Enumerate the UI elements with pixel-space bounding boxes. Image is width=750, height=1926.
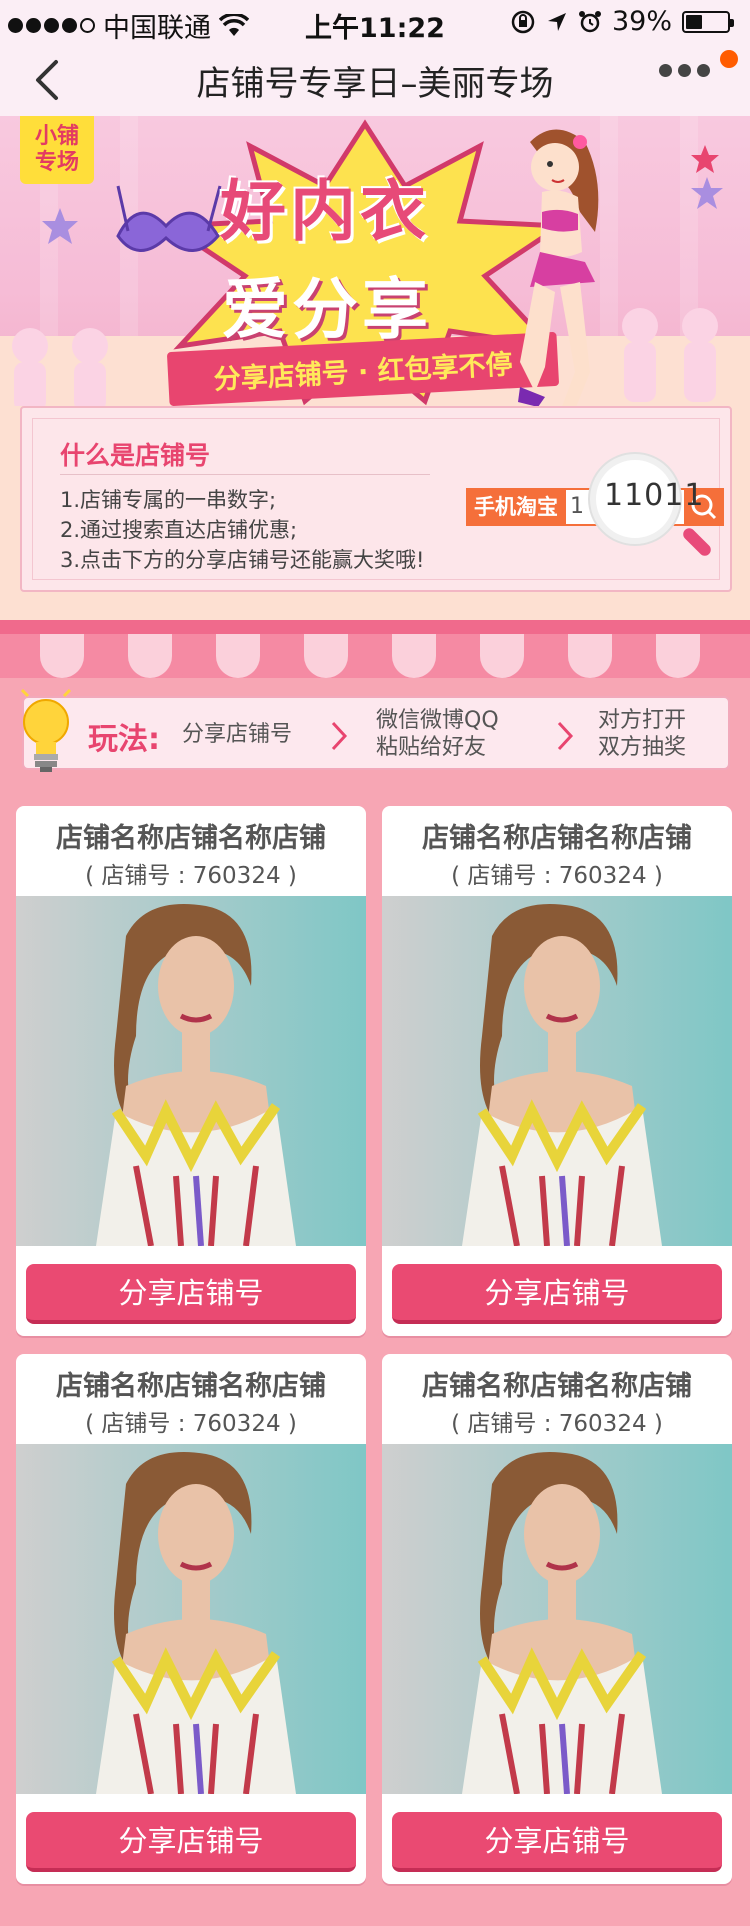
shop-name: 店铺名称店铺名称店铺 <box>422 823 692 854</box>
how-to-step-3-line1: 对方打开 <box>598 708 687 733</box>
awning-scallop <box>656 634 700 678</box>
shop-id: ( 店铺号 : 760324 ) <box>85 863 297 889</box>
status-bar: 中国联通 上午11:22 39% <box>0 0 750 44</box>
magnified-number: 11011 <box>604 478 705 513</box>
shop-photo[interactable] <box>382 896 732 1246</box>
awning-decoration <box>0 620 750 678</box>
how-to-step-3: 对方打开 双方抽奖 <box>598 707 686 761</box>
page-title: 店铺号专享日–美丽专场 <box>196 63 554 104</box>
info-line-3: 3.点击下方的分享店铺号还能赢大奖哦! <box>60 548 425 572</box>
how-to-step-3-line2: 双方抽奖 <box>598 735 687 760</box>
shop-card: 店铺名称店铺名称店铺 ( 店铺号 : 760324 ) 分享店铺号 <box>16 1354 366 1884</box>
shop-photo[interactable] <box>382 1444 732 1794</box>
shop-card: 店铺名称店铺名称店铺 ( 店铺号 : 760324 ) 分享店铺号 <box>382 806 732 1336</box>
how-to-step-2-line1: 微信微博QQ <box>376 708 499 733</box>
info-title: 什么是店铺号 <box>60 441 211 470</box>
crowd-silhouette-right <box>622 308 718 402</box>
back-arrow-icon[interactable] <box>30 56 66 104</box>
awning-scallop <box>216 634 260 678</box>
bra-icon <box>116 185 222 252</box>
more-dots-icon[interactable] <box>659 64 710 77</box>
chevron-right-icon <box>557 721 574 751</box>
awning-scallop <box>348 634 392 678</box>
share-shop-button[interactable]: 分享店铺号 <box>26 1264 356 1324</box>
awning-scallop <box>40 634 84 678</box>
battery-percent: 39% <box>611 6 672 37</box>
awning-scallop <box>260 634 304 678</box>
search-demo-label: 手机淘宝 <box>466 488 566 526</box>
headline-main: 好内衣 <box>220 173 430 250</box>
promo-banner: 小铺 专场 好内衣 爱分享 分享店铺号 · 红包享不停 <box>0 116 750 406</box>
tag-line2: 专场 <box>34 150 79 175</box>
crowd-silhouette <box>12 328 108 406</box>
awning-scallop <box>392 634 436 678</box>
awning-scallop <box>524 634 568 678</box>
how-to-step-2-line2: 粘贴给好友 <box>376 735 487 760</box>
how-to-play-bar: 玩法: 分享店铺号 微信微博QQ 粘贴给好友 对方打开 双方抽奖 <box>20 688 730 772</box>
awning-scallop <box>304 634 348 678</box>
shop-card: 店铺名称店铺名称店铺 ( 店铺号 : 760324 ) 分享店铺号 <box>16 806 366 1336</box>
alarm-icon <box>578 10 601 32</box>
awning-scallop <box>568 634 612 678</box>
shop-id: ( 店铺号 : 760324 ) <box>85 1411 297 1437</box>
notification-dot <box>720 50 738 68</box>
info-box: 什么是店铺号 1.店铺专属的一串数字; 2.通过搜索直达店铺优惠; 3.点击下方… <box>20 406 732 592</box>
awning-scallop <box>128 634 172 678</box>
awning-scallop <box>612 634 656 678</box>
shop-id: ( 店铺号 : 760324 ) <box>451 863 663 889</box>
how-to-step-1: 分享店铺号 <box>182 722 293 747</box>
how-to-label: 玩法: <box>88 722 160 757</box>
star-icon <box>691 145 719 173</box>
info-section: 什么是店铺号 1.店铺专属的一串数字; 2.通过搜索直达店铺优惠; 3.点击下方… <box>0 406 750 620</box>
how-to-step-2: 微信微博QQ 粘贴给好友 <box>376 707 499 761</box>
awning-scallop <box>0 634 40 678</box>
info-line-1: 1.店铺专属的一串数字; <box>60 488 277 512</box>
search-demo-prefix: 1 <box>570 494 584 519</box>
rotation-lock-icon <box>511 10 535 33</box>
awning-scallop <box>436 634 480 678</box>
cartoon-girl-illustration <box>518 129 599 406</box>
awning-scallop <box>700 634 744 678</box>
ribbon-text: 分享店铺号 · 红包享不停 <box>213 348 514 396</box>
tag-line1: 小铺 <box>34 124 79 149</box>
shop-name: 店铺名称店铺名称店铺 <box>56 823 326 854</box>
star-icon <box>42 208 78 244</box>
magnifier-illustration: 11011 <box>590 454 703 544</box>
awning-scallop <box>480 634 524 678</box>
share-shop-button[interactable]: 分享店铺号 <box>392 1264 722 1324</box>
share-shop-button[interactable]: 分享店铺号 <box>392 1812 722 1872</box>
share-shop-button[interactable]: 分享店铺号 <box>26 1812 356 1872</box>
shop-photo[interactable] <box>16 896 366 1246</box>
chevron-right-icon <box>331 721 348 751</box>
shop-photo[interactable] <box>16 1444 366 1794</box>
headline-sub: 爱分享 <box>222 271 432 348</box>
shop-card: 店铺名称店铺名称店铺 ( 店铺号 : 760324 ) 分享店铺号 <box>382 1354 732 1884</box>
shop-name: 店铺名称店铺名称店铺 <box>56 1371 326 1402</box>
nav-bar: 店铺号专享日–美丽专场 <box>0 44 750 116</box>
awning-scallop <box>84 634 128 678</box>
info-line-2: 2.通过搜索直达店铺优惠; <box>60 518 298 542</box>
lightbulb-icon <box>20 688 72 772</box>
awning-scallop <box>172 634 216 678</box>
main-area: 玩法: 分享店铺号 微信微博QQ 粘贴给好友 对方打开 双方抽奖 店铺名称店铺名… <box>0 620 750 1926</box>
shop-id: ( 店铺号 : 760324 ) <box>451 1411 663 1437</box>
battery-icon <box>682 10 734 33</box>
star-icon <box>691 177 723 209</box>
status-right: 39% <box>510 6 734 37</box>
shop-name: 店铺名称店铺名称店铺 <box>422 1371 692 1402</box>
small-shop-tag: 小铺 专场 <box>20 116 94 184</box>
location-arrow-icon <box>547 12 566 31</box>
